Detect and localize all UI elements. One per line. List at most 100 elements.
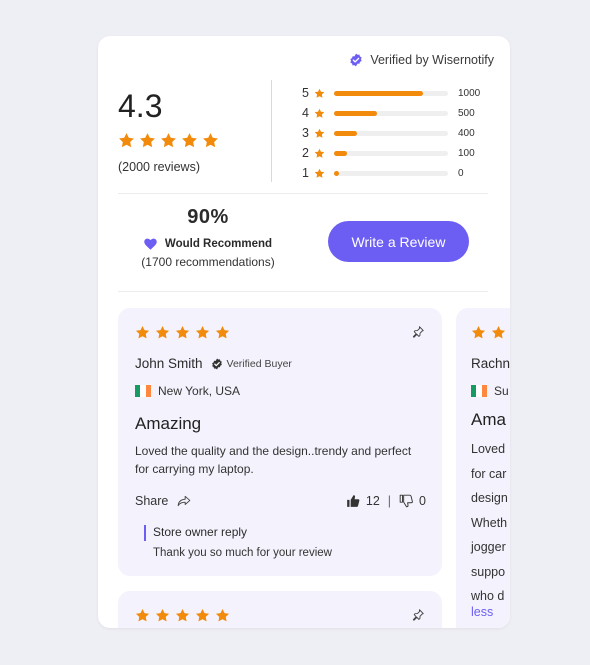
review-card: Rachn Su Ama Loved for car design Wheth … <box>456 308 510 628</box>
verified-buyer-text: Verified Buyer <box>226 357 292 370</box>
rating-row-count: 400 <box>458 127 475 139</box>
owner-reply-title: Store owner reply <box>144 525 247 541</box>
review-body: Loved for car design Wheth jogger suppo … <box>471 437 508 609</box>
verified-by-text: Verified by Wisernotify <box>370 53 494 67</box>
thumbs-down-icon[interactable] <box>399 494 413 508</box>
star-icon <box>135 325 150 340</box>
star-icon <box>155 608 170 623</box>
star-icon <box>135 608 150 623</box>
reviewer-name: Rachn <box>471 356 510 371</box>
write-review-button[interactable]: Write a Review <box>328 221 469 262</box>
rating-row-count: 500 <box>458 107 475 119</box>
rating-bar-fill <box>334 130 357 136</box>
verified-by-label: Verified by Wisernotify <box>349 52 494 68</box>
star-icon <box>202 132 219 149</box>
star-icon <box>314 108 328 119</box>
rating-bar-fill <box>334 170 339 176</box>
location-text: New York, USA <box>158 384 241 398</box>
owner-reply-text: Thank you so much for your review <box>153 547 332 559</box>
average-rating: 4.3 <box>118 88 163 124</box>
star-icon <box>314 148 328 159</box>
star-icon <box>195 608 210 623</box>
review-actions: Share 12 | 0 <box>135 494 426 508</box>
star-icon <box>471 325 486 340</box>
rating-bar-track <box>334 110 448 116</box>
star-icon <box>215 325 230 340</box>
recommend-percent: 90% <box>187 206 229 228</box>
rating-row-count: 0 <box>458 167 464 179</box>
review-body-line: for car <box>471 466 507 481</box>
section-divider <box>118 291 488 292</box>
recommend-label-row: Would Recommend <box>118 238 298 250</box>
rating-bar-fill <box>334 110 378 116</box>
reviewer-location: Su <box>471 384 509 398</box>
verified-check-icon <box>211 358 223 370</box>
star-icon <box>314 88 328 99</box>
rating-bar-track <box>334 150 448 156</box>
rating-row-3: 3 400 <box>302 123 480 143</box>
star-icon <box>175 325 190 340</box>
read-less-link[interactable]: less <box>471 605 493 619</box>
reviewer-name: John Smith <box>135 356 203 371</box>
star-icon <box>160 132 177 149</box>
review-body-line: Loved <box>471 442 506 456</box>
review-votes: 12 | 0 <box>346 494 426 508</box>
rating-row-label: 5 <box>302 86 309 100</box>
star-icon <box>195 325 210 340</box>
average-rating-stars <box>118 132 219 149</box>
ireland-flag-icon <box>135 385 151 397</box>
rating-row-1: 1 0 <box>302 163 480 183</box>
share-arrow-icon <box>177 495 191 507</box>
star-icon <box>215 608 230 623</box>
review-card: John Smith Verified Buyer New York, USA … <box>118 308 442 576</box>
verified-buyer-badge: Verified Buyer <box>211 358 292 370</box>
reviewer-row: John Smith Verified Buyer <box>135 356 292 371</box>
summary-divider <box>271 80 272 182</box>
recommend-summary: 90% Would Recommend (1700 recommendation… <box>118 206 298 269</box>
star-icon <box>181 132 198 149</box>
review-title: Amazing <box>135 414 202 433</box>
review-body-line: design <box>471 491 508 505</box>
share-button[interactable]: Share <box>135 494 191 508</box>
review-body-line: suppo <box>471 564 506 579</box>
rating-row-label: 3 <box>302 126 309 140</box>
review-body-line: jogger <box>471 540 506 554</box>
heart-icon <box>144 238 157 250</box>
section-divider <box>118 193 488 194</box>
star-icon <box>175 608 190 623</box>
verified-badge-icon <box>349 53 363 67</box>
rating-row-label: 2 <box>302 146 309 160</box>
rating-row-label: 1 <box>302 166 309 180</box>
review-stars <box>471 325 510 340</box>
review-title: Ama <box>471 410 506 429</box>
rating-row-2: 2 100 <box>302 143 480 163</box>
review-card <box>118 591 442 628</box>
reviewer-location: New York, USA <box>135 384 240 398</box>
recommend-label: Would Recommend <box>164 238 273 250</box>
star-icon <box>314 128 328 139</box>
rating-bar-track <box>334 90 448 96</box>
location-text: Su <box>494 384 509 398</box>
reviews-widget: Verified by Wisernotify 4.3 (2000 review… <box>98 36 510 628</box>
rating-bar-fill <box>334 150 347 156</box>
pin-icon[interactable] <box>411 325 425 339</box>
review-stars <box>135 608 230 623</box>
review-stars <box>135 325 230 340</box>
thumbs-up-icon[interactable] <box>346 494 360 508</box>
pin-icon[interactable] <box>411 608 425 622</box>
share-label: Share <box>135 494 169 508</box>
rating-bar-track <box>334 130 448 136</box>
vote-separator: | <box>387 494 392 508</box>
star-icon <box>118 132 135 149</box>
rating-bar-fill <box>334 90 423 96</box>
star-icon <box>139 132 156 149</box>
review-body: Loved the quality and the design..trendy… <box>135 444 412 476</box>
star-icon <box>155 325 170 340</box>
ireland-flag-icon <box>471 385 487 397</box>
rating-row-count: 100 <box>458 147 475 159</box>
rating-breakdown: 5 1000 4 500 3 400 2 100 1 0 <box>302 83 480 183</box>
rating-bar-track <box>334 170 448 176</box>
rating-row-count: 1000 <box>458 87 481 99</box>
rating-row-5: 5 1000 <box>302 83 480 103</box>
rating-row-label: 4 <box>302 106 309 120</box>
